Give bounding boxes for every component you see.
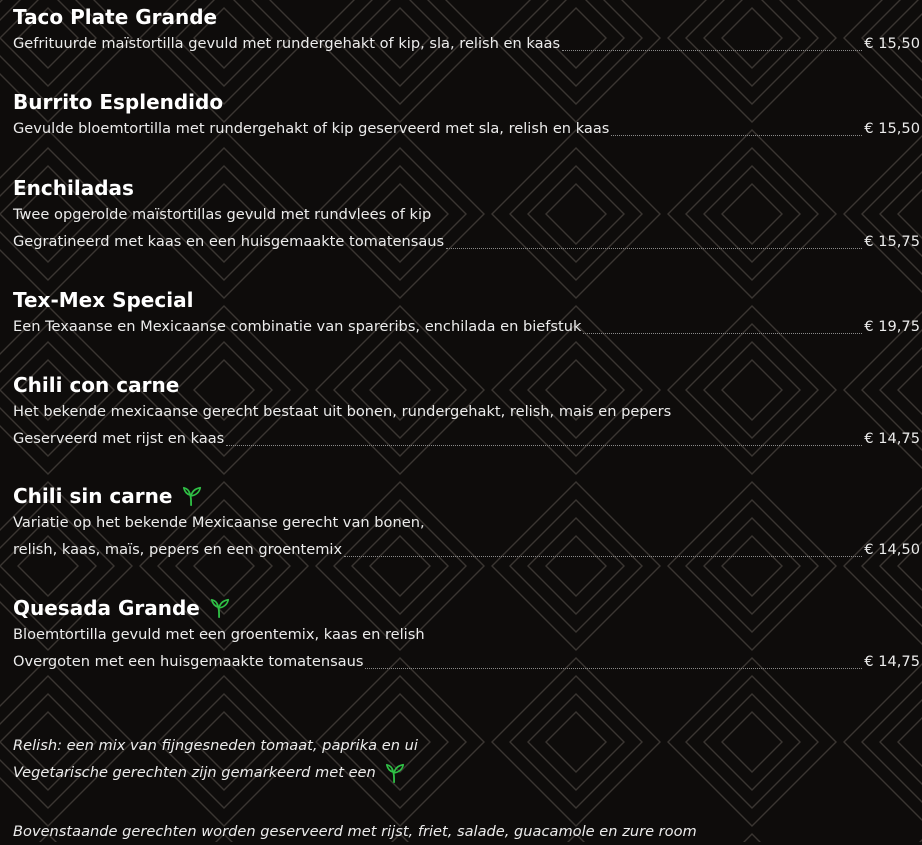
dot-leader <box>611 135 863 136</box>
menu-item: Chili sin carne Variatie op het bekende M… <box>13 483 920 563</box>
dish-title-text: Taco Plate Grande <box>13 5 218 29</box>
dot-leader <box>583 333 863 334</box>
menu-item: Chili con carne Het bekende mexicaanse ge… <box>13 372 920 452</box>
menu-item: Quesada Grande Bloemtortilla gevuld met e… <box>13 595 920 675</box>
sprout-icon <box>183 486 202 507</box>
dish-title-text: Chili con carne <box>13 373 180 397</box>
dish-title-text: Quesada Grande <box>13 596 200 620</box>
dish-description-line: Gefrituurde maïstortilla gevuld met rund… <box>13 35 561 52</box>
dish-price-line: Gevulde bloemtortilla met rundergehakt o… <box>13 115 920 142</box>
dish-title-text: Enchiladas <box>13 176 134 200</box>
menu-list: Taco Plate Grande Gefrituurde maïstortill… <box>0 0 922 842</box>
dish-price-line: Gefrituurde maïstortilla gevuld met rund… <box>13 30 920 57</box>
dot-leader <box>344 556 863 557</box>
dish-price-line: Een Texaanse en Mexicaanse combinatie va… <box>13 313 920 340</box>
dish-title: Quesada Grande <box>13 595 920 621</box>
dish-title: Tex-Mex Special <box>13 287 920 313</box>
dish-price: € 15,50 <box>864 120 920 137</box>
sprout-icon <box>210 598 229 619</box>
dish-title: Chili sin carne <box>13 483 920 509</box>
menu-item: Tex-Mex Special Een Texaanse en Mexicaans… <box>13 287 920 340</box>
dish-title-text: Chili sin carne <box>13 484 173 508</box>
dot-leader <box>226 445 863 446</box>
menu-item: Taco Plate Grande Gefrituurde maïstortill… <box>13 4 920 57</box>
dish-description-line: Variatie op het bekende Mexicaanse gerec… <box>13 514 425 531</box>
dish-price: € 14,50 <box>864 541 920 558</box>
dot-leader <box>446 248 863 249</box>
dish-price-line: Gegratineerd met kaas en een huisgemaakt… <box>13 228 920 255</box>
dish-description-line: relish, kaas, maïs, pepers en een groent… <box>13 541 343 558</box>
dish-description-line: Gevulde bloemtortilla met rundergehakt o… <box>13 120 610 137</box>
menu-item: Burrito Esplendido Gevulde bloemtortilla … <box>13 89 920 142</box>
dish-title: Taco Plate Grande <box>13 4 920 30</box>
dish-description-line: Het bekende mexicaanse gerecht bestaat u… <box>13 403 672 420</box>
dish-price-line: Overgoten met een huisgemaakte tomatensa… <box>13 648 920 675</box>
dot-leader <box>365 668 863 669</box>
dish-description-line: Overgoten met een huisgemaakte tomatensa… <box>13 653 364 670</box>
dish-title: Enchiladas <box>13 175 920 201</box>
dish-price-line: relish, kaas, maïs, pepers en een groent… <box>13 536 920 563</box>
dish-description-line: Gegratineerd met kaas en een huisgemaakt… <box>13 233 445 250</box>
dish-title-text: Tex-Mex Special <box>13 288 194 312</box>
dish-title-text: Burrito Esplendido <box>13 90 224 114</box>
dish-description-line: Twee opgerolde maïstortillas gevuld met … <box>13 206 432 223</box>
menu-item: Enchiladas Twee opgerolde maïstortillas g… <box>13 175 920 255</box>
dish-price-line: Geserveerd met rijst en kaas € 14,75 <box>13 425 920 452</box>
dish-price: € 15,75 <box>864 233 920 250</box>
dish-price: € 14,75 <box>864 653 920 670</box>
dish-description-line: Bloemtortilla gevuld met een groentemix,… <box>13 626 425 643</box>
dish-description-line: Geserveerd met rijst en kaas <box>13 430 225 447</box>
dish-title: Burrito Esplendido <box>13 89 920 115</box>
dish-price: € 14,75 <box>864 430 920 447</box>
dish-price: € 19,75 <box>864 318 920 335</box>
dish-description-line: Een Texaanse en Mexicaanse combinatie va… <box>13 318 582 335</box>
dish-price: € 15,50 <box>864 35 920 52</box>
dish-title: Chili con carne <box>13 372 920 398</box>
dot-leader <box>562 50 863 51</box>
